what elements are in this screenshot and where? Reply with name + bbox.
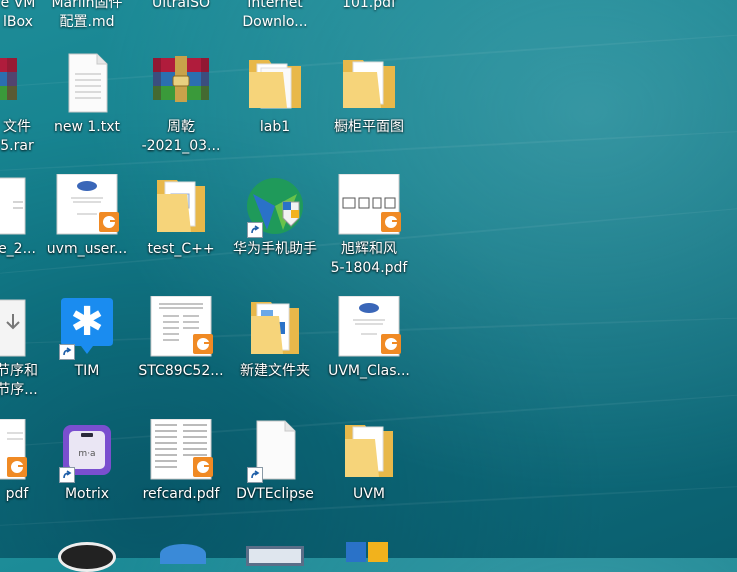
desktop-icon-label: 新建文件夹 <box>240 363 310 379</box>
document-thumbnail-icon <box>0 174 27 238</box>
desktop-icon-label: UVM <box>353 486 385 502</box>
desktop-icon-new-1-txt[interactable]: new 1.txt <box>42 52 132 137</box>
desktop-icon-uvm-class-pdf[interactable]: UVM_Clas... <box>324 295 414 381</box>
motrix-app-icon: m·a <box>55 419 119 483</box>
pdf-document-icon <box>337 295 401 360</box>
shortcut-arrow-icon <box>247 467 263 483</box>
desktop-icon-xuhui-pdf[interactable]: 旭辉和风 5-1804.pdf <box>324 173 414 278</box>
pdf-document-icon <box>0 418 27 483</box>
pdf-reader-badge-icon <box>7 457 27 477</box>
pdf-reader-badge-icon <box>381 212 401 232</box>
desktop-icon-101-pdf-label[interactable]: 101.pdf <box>324 0 414 13</box>
folder-icon <box>149 174 213 238</box>
desktop-icon-label: 华为手机助手 <box>233 241 317 257</box>
desktop-icon-zhouqian-rar[interactable]: 周乾 -2021_03... <box>136 52 226 156</box>
desktop-icon-huawei-hisuite[interactable]: 华为手机助手 <box>230 174 320 259</box>
winrar-archive-icon <box>0 52 27 116</box>
desktop-icon-e2-partial[interactable]: e_2... <box>0 174 40 259</box>
desktop-icon-uvm-user-pdf[interactable]: uvm_user... <box>42 173 132 259</box>
desktop-icon-partial-window[interactable] <box>246 546 304 566</box>
desktop-icon-partial-bird[interactable] <box>160 544 206 564</box>
desktop-icon-label: 周乾 -2021_03... <box>141 119 221 154</box>
pdf-reader-badge-icon <box>381 334 401 354</box>
desktop-icon-label: Motrix <box>64 486 110 502</box>
desktop-icon-label: refcard.pdf <box>142 486 220 502</box>
desktop-icon-label: e_2... <box>0 241 36 257</box>
pdf-reader-badge-icon <box>193 457 213 477</box>
desktop-icon-stc89c52-pdf[interactable]: STC89C52... <box>136 295 226 381</box>
desktop-icon-label: 旭辉和风 5-1804.pdf <box>330 241 408 276</box>
desktop-icon-rar-partial[interactable]: 文件 5.rar <box>0 52 40 156</box>
folder-icon <box>337 52 401 116</box>
pdf-reader-badge-icon <box>193 334 213 354</box>
pdf-document-icon <box>55 173 119 238</box>
desktop-icon-ultraiso-label[interactable]: UltraISO <box>136 0 226 13</box>
desktop-icon-label: lab1 <box>259 119 291 135</box>
desktop-icon-motrix[interactable]: m·a Motrix <box>42 419 132 504</box>
desktop-icon-refcard-pdf[interactable]: refcard.pdf <box>136 418 226 504</box>
tim-star-glyph: ✱ <box>70 299 104 345</box>
shortcut-arrow-icon <box>59 344 75 360</box>
folder-icon <box>243 52 307 116</box>
desktop-icon-internet-download-label[interactable]: Internet Downlo... <box>230 0 320 32</box>
folder-icon <box>337 419 401 483</box>
desktop-icon-test-cpp[interactable]: test_C++ <box>136 174 226 259</box>
desktop-icon-cabinet-plan[interactable]: 橱柜平面图 <box>324 52 414 137</box>
desktop-icon-uvm-folder[interactable]: UVM <box>324 419 414 504</box>
desktop-icon-label: TIM <box>74 363 100 379</box>
desktop-icon-label: STC89C52... <box>138 363 224 379</box>
desktop: e VM lBox Marlin固件 配置.md UltraISO Intern… <box>0 0 737 572</box>
shortcut-arrow-icon <box>247 222 263 238</box>
desktop-icon-label: 橱柜平面图 <box>334 119 404 135</box>
winrar-archive-icon <box>149 52 213 116</box>
desktop-icon-pdf-partial[interactable]: pdf <box>0 418 40 504</box>
blank-file-icon <box>243 419 307 483</box>
desktop-icon-lab1[interactable]: lab1 <box>230 52 320 137</box>
desktop-icon-label: pdf <box>5 486 29 502</box>
desktop-icon-partial-squares[interactable] <box>346 542 390 562</box>
pdf-document-icon <box>149 295 213 360</box>
desktop-icon-marlin-md-label[interactable]: Marlin固件 配置.md <box>42 0 132 32</box>
pdf-reader-badge-icon <box>99 212 119 232</box>
text-file-icon <box>55 52 119 116</box>
desktop-icon-label: 节序和 节序... <box>0 363 38 398</box>
tim-app-icon: ✱ <box>55 296 119 360</box>
desktop-icon-label: 文件 5.rar <box>0 119 34 154</box>
desktop-icon-partial-dark-circle[interactable] <box>58 542 116 572</box>
pdf-document-icon <box>149 418 213 483</box>
installer-icon <box>0 296 27 360</box>
desktop-icon-label: DVTEclipse <box>236 486 314 502</box>
shortcut-arrow-icon <box>59 467 75 483</box>
desktop-icon-tim[interactable]: ✱ TIM <box>42 296 132 381</box>
folder-icon <box>243 296 307 360</box>
desktop-icon-label: test_C++ <box>147 241 215 257</box>
desktop-icon-installer-partial[interactable]: 节序和 节序... <box>0 296 40 400</box>
desktop-icon-label: new 1.txt <box>53 119 120 135</box>
desktop-icon-new-folder[interactable]: 新建文件夹 <box>230 296 320 381</box>
huawei-hisuite-icon <box>243 174 307 238</box>
motrix-glyph: m·a <box>78 449 96 459</box>
desktop-icon-label: uvm_user... <box>46 241 128 257</box>
pdf-document-icon <box>337 173 401 238</box>
desktop-icon-label: UVM_Clas... <box>328 363 410 379</box>
desktop-icon-dvteclipse[interactable]: DVTEclipse <box>230 419 320 504</box>
